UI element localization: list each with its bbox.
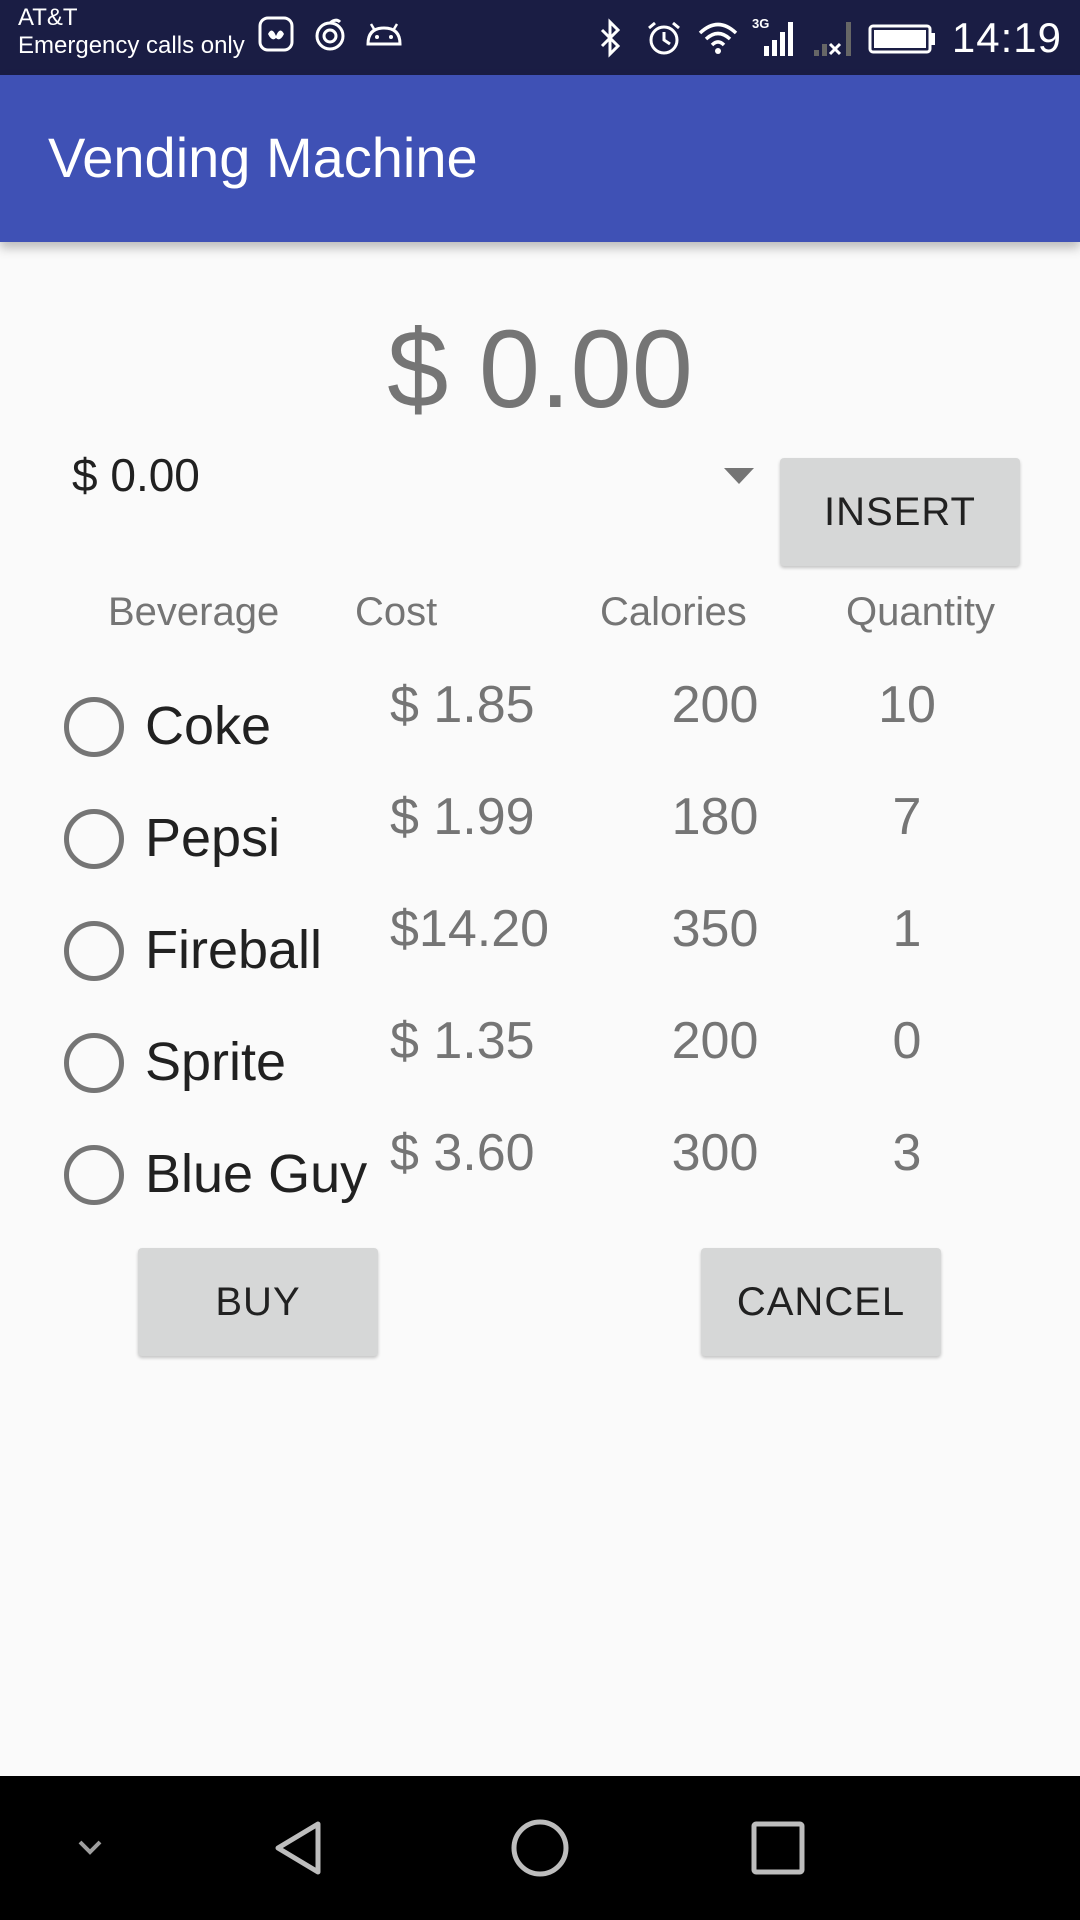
recents-icon[interactable] <box>742 1812 814 1884</box>
coin-amount-spinner[interactable]: $ 0.00 <box>70 440 760 520</box>
beverage-name[interactable]: Sprite <box>145 1031 286 1093</box>
header-calories: Calories <box>600 590 747 634</box>
beverage-row-blue-guy: Blue Guy $ 3.60 300 3 <box>0 1123 1080 1235</box>
android-icon <box>366 23 402 46</box>
home-icon[interactable] <box>504 1812 576 1884</box>
beverage-calories: 200 <box>671 676 759 734</box>
carrier-info: AT&T Emergency calls only <box>18 4 245 60</box>
beverage-cost: $ 1.85 <box>390 676 535 734</box>
beverage-cost: $14.20 <box>390 900 550 958</box>
beverage-calories: 200 <box>671 1012 759 1070</box>
radio-button-pepsi[interactable] <box>64 809 124 869</box>
network-type-label: 3G <box>752 16 769 31</box>
signal-3g-icon: 3G <box>752 16 793 56</box>
swirl-icon <box>315 18 345 51</box>
radio-button-fireball[interactable] <box>64 921 124 981</box>
buy-button[interactable]: BUY <box>138 1248 378 1356</box>
carrier-name: AT&T <box>18 4 78 31</box>
dropdown-arrow-icon <box>724 468 754 484</box>
beverage-calories: 350 <box>671 900 759 958</box>
clock: 14:19 <box>951 13 1062 61</box>
beverage-row-coke: Coke $ 1.85 200 10 <box>0 675 1080 787</box>
hide-keyboard-icon[interactable] <box>54 1812 126 1884</box>
battery-icon <box>868 24 935 53</box>
page-title: Vending Machine <box>48 126 478 189</box>
status-bar: AT&T Emergency calls only 3G 14:19 <box>0 0 1080 75</box>
alarm-icon <box>647 21 680 54</box>
header-beverage: Beverage <box>108 590 280 634</box>
beverage-quantity: 0 <box>892 1012 922 1070</box>
notification-icons <box>256 14 404 54</box>
beverage-cost: $ 1.35 <box>390 1012 535 1070</box>
beverage-cost: $ 3.60 <box>390 1124 535 1182</box>
insert-button[interactable]: INSERT <box>780 458 1020 566</box>
radio-button-sprite[interactable] <box>64 1033 124 1093</box>
beverage-quantity: 10 <box>878 676 936 734</box>
beverage-row-fireball: Fireball $14.20 350 1 <box>0 899 1080 1011</box>
balance-display: $ 0.00 <box>387 308 693 431</box>
wifi-icon <box>698 22 738 54</box>
beverage-name[interactable]: Fireball <box>145 919 322 981</box>
beverage-quantity: 3 <box>892 1124 922 1182</box>
huawei-icon <box>258 16 294 52</box>
app-bar: Vending Machine <box>0 75 1080 242</box>
cancel-button[interactable]: CANCEL <box>701 1248 941 1356</box>
system-icons: 3G 14:19 <box>590 0 1062 75</box>
beverage-name[interactable]: Blue Guy <box>145 1143 367 1205</box>
back-icon[interactable] <box>264 1812 336 1884</box>
radio-button-coke[interactable] <box>64 697 124 757</box>
radio-button-blue-guy[interactable] <box>64 1145 124 1205</box>
beverage-name[interactable]: Coke <box>145 695 271 757</box>
header-quantity: Quantity <box>846 590 995 634</box>
spinner-selected-value: $ 0.00 <box>72 449 200 501</box>
header-cost: Cost <box>355 590 438 634</box>
navigation-bar <box>0 1776 1080 1920</box>
carrier-status: Emergency calls only <box>18 32 245 59</box>
beverage-row-pepsi: Pepsi $ 1.99 180 7 <box>0 787 1080 899</box>
beverage-calories: 180 <box>671 788 759 846</box>
beverage-quantity: 7 <box>892 788 922 846</box>
beverage-name[interactable]: Pepsi <box>145 807 280 869</box>
beverage-calories: 300 <box>671 1124 759 1182</box>
signal-no-service-icon <box>813 21 851 56</box>
beverage-row-sprite: Sprite $ 1.35 200 0 <box>0 1011 1080 1123</box>
bluetooth-icon <box>600 17 621 58</box>
beverage-quantity: 1 <box>892 900 922 958</box>
beverage-cost: $ 1.99 <box>390 788 535 846</box>
